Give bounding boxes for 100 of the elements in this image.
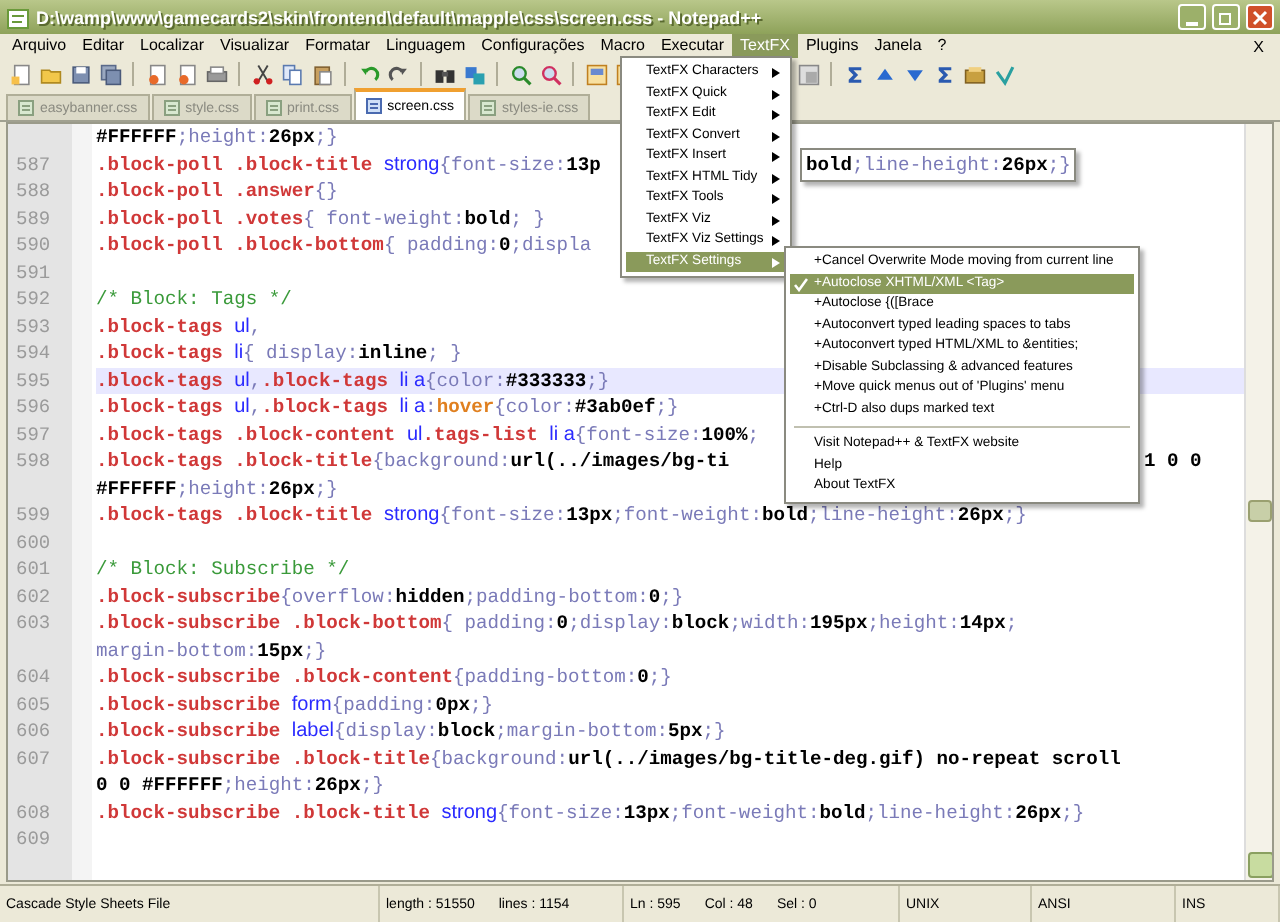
menu-item[interactable]: Linguagem — [378, 34, 474, 58]
minimize-icon — [1186, 21, 1198, 25]
code-line: .block-subscribe label{display:block;margin-bottom:5px;} — [96, 720, 726, 743]
file-icon — [365, 98, 382, 114]
code-line: .block-subscribe .block-bottom{ padding:0;display:block;width:195px;height:14px; — [96, 612, 1018, 635]
submenu-arrow-icon — [772, 194, 780, 204]
submenu-arrow-icon — [772, 68, 780, 78]
zoom-in-button[interactable] — [506, 60, 534, 88]
cut-button[interactable] — [248, 60, 276, 88]
close-icon — [145, 63, 167, 85]
save-all-button[interactable] — [96, 60, 124, 88]
code-line: /* Block: Tags */ — [96, 288, 292, 311]
undo-icon — [357, 63, 379, 85]
playback-icon — [933, 63, 955, 85]
menu-item[interactable]: Plugins — [797, 34, 867, 58]
line-number: 595 — [16, 369, 51, 392]
line-number: 608 — [16, 801, 51, 824]
file-icon — [265, 100, 281, 116]
code-line: .block-tags ul,.block-tags li a{color:#333333;} — [96, 369, 610, 392]
code-line: .block-subscribe .block-title strong{font-size:13px;font-weight:bold;line-height:26px;} — [96, 801, 1085, 824]
copy-button[interactable] — [278, 60, 306, 88]
submenu-arrow-icon — [772, 173, 780, 183]
code-line: .block-poll .votes{ font-weight:bold; } — [96, 207, 546, 230]
code-line: .block-subscribe .block-title{background:url(../images/bg-title-deg.gif) no-repeat scroll — [96, 747, 1121, 770]
scroll-thumb[interactable] — [1248, 500, 1272, 522]
code-line: 0 0 #FFFFFF;height:26px;} — [96, 774, 384, 797]
submenu-arrow-icon — [772, 110, 780, 120]
code-line: .block-subscribe form{padding:0px;} — [96, 693, 493, 716]
save-all-icon — [99, 63, 121, 85]
code-line: /* Block: Subscribe */ — [96, 558, 350, 581]
line-number: 604 — [16, 666, 51, 689]
code-line: .block-tags .block-title strong{font-size:13px;font-weight:bold;line-height:26px;} — [96, 504, 1027, 527]
line-number: 607 — [16, 747, 51, 770]
submenu-arrow-icon — [772, 89, 780, 99]
new-file-button[interactable] — [6, 60, 34, 88]
line-number: 598 — [16, 450, 51, 473]
line-number: 589 — [16, 207, 51, 230]
code-line: .block-tags .block-title{background:url(../images/bg-ti — [96, 450, 730, 473]
spellcheck-button[interactable] — [990, 60, 1018, 88]
file-icon — [480, 100, 497, 116]
code-line: margin-bottom:15px;} — [96, 639, 327, 662]
restore-icon — [1218, 9, 1234, 25]
line-number: 588 — [16, 180, 51, 203]
line-number: 594 — [16, 342, 51, 365]
window-title: D:\wamp\www\gamecards2\skin\frontend\default\mapple\css\screen.css - Notepad++ — [36, 7, 764, 27]
menu-item[interactable]: Executar — [652, 34, 733, 58]
code-line: .block-poll .answer{} — [96, 180, 338, 203]
new-file-icon — [9, 63, 31, 85]
menu-item[interactable]: Editar — [74, 34, 133, 58]
menu-item[interactable]: Macro — [592, 34, 653, 58]
sync-vertical-icon — [585, 63, 607, 85]
panel-button[interactable] — [794, 60, 822, 88]
sync-vertical-button[interactable] — [582, 60, 610, 88]
line-number: 596 — [16, 396, 51, 419]
line-number: 606 — [16, 720, 51, 743]
line-number: 602 — [16, 585, 51, 608]
line-number: 591 — [16, 261, 51, 284]
line-number: 603 — [16, 612, 51, 635]
submenu-arrow-icon — [772, 257, 780, 267]
copy-icon — [281, 63, 303, 85]
line-number: 600 — [16, 531, 51, 554]
save-button[interactable] — [66, 60, 94, 88]
menu-item[interactable]: Janela — [866, 34, 930, 58]
minimize-button[interactable] — [1178, 4, 1206, 30]
zoom-out-button[interactable] — [536, 60, 564, 88]
cut-icon — [251, 63, 273, 85]
vertical-scrollbar[interactable] — [1244, 124, 1272, 880]
menu-item[interactable]: Visualizar — [212, 34, 298, 58]
print-button[interactable] — [202, 60, 230, 88]
submenu-arrow-icon — [772, 152, 780, 162]
submenu-arrow-icon — [772, 215, 780, 225]
code-line: .block-poll .block-title strong{font-size:13p — [96, 153, 601, 176]
close-button[interactable] — [1246, 4, 1274, 30]
paste-button[interactable] — [308, 60, 336, 88]
up-arrow-icon — [873, 63, 895, 85]
menu-item[interactable]: Localizar — [132, 34, 213, 58]
code-line: #FFFFFF;height:26px;} — [96, 126, 338, 149]
paste-icon — [311, 63, 333, 85]
zoom-out-icon — [539, 63, 561, 85]
code-line: .block-tags .block-content ul.tags-list li a{font-size:100%; — [96, 423, 760, 446]
menu-item[interactable]: Formatar — [297, 34, 379, 58]
redo-icon — [387, 63, 409, 85]
replace-icon — [463, 63, 485, 85]
app-icon — [6, 5, 30, 29]
close-icon — [1252, 9, 1268, 25]
line-number: 587 — [16, 153, 51, 176]
spellcheck-icon — [993, 63, 1015, 85]
file-icon — [163, 100, 180, 116]
code-line: .block-tags ul,.block-tags li a:hover{color:#3ab0ef;} — [96, 396, 679, 419]
file-icon — [18, 100, 34, 116]
submenu-arrow-icon — [772, 131, 780, 141]
menu-item[interactable]: ? — [929, 34, 955, 58]
close-document-button[interactable]: X — [1241, 37, 1276, 55]
restore-button[interactable] — [1212, 4, 1240, 30]
line-number: 601 — [16, 558, 51, 581]
close-all-icon — [175, 63, 197, 85]
line-number: 605 — [16, 693, 51, 716]
zoom-in-icon — [509, 63, 531, 85]
menu-item[interactable]: Configurações — [473, 34, 593, 58]
menu-item[interactable]: Arquivo — [4, 34, 75, 58]
